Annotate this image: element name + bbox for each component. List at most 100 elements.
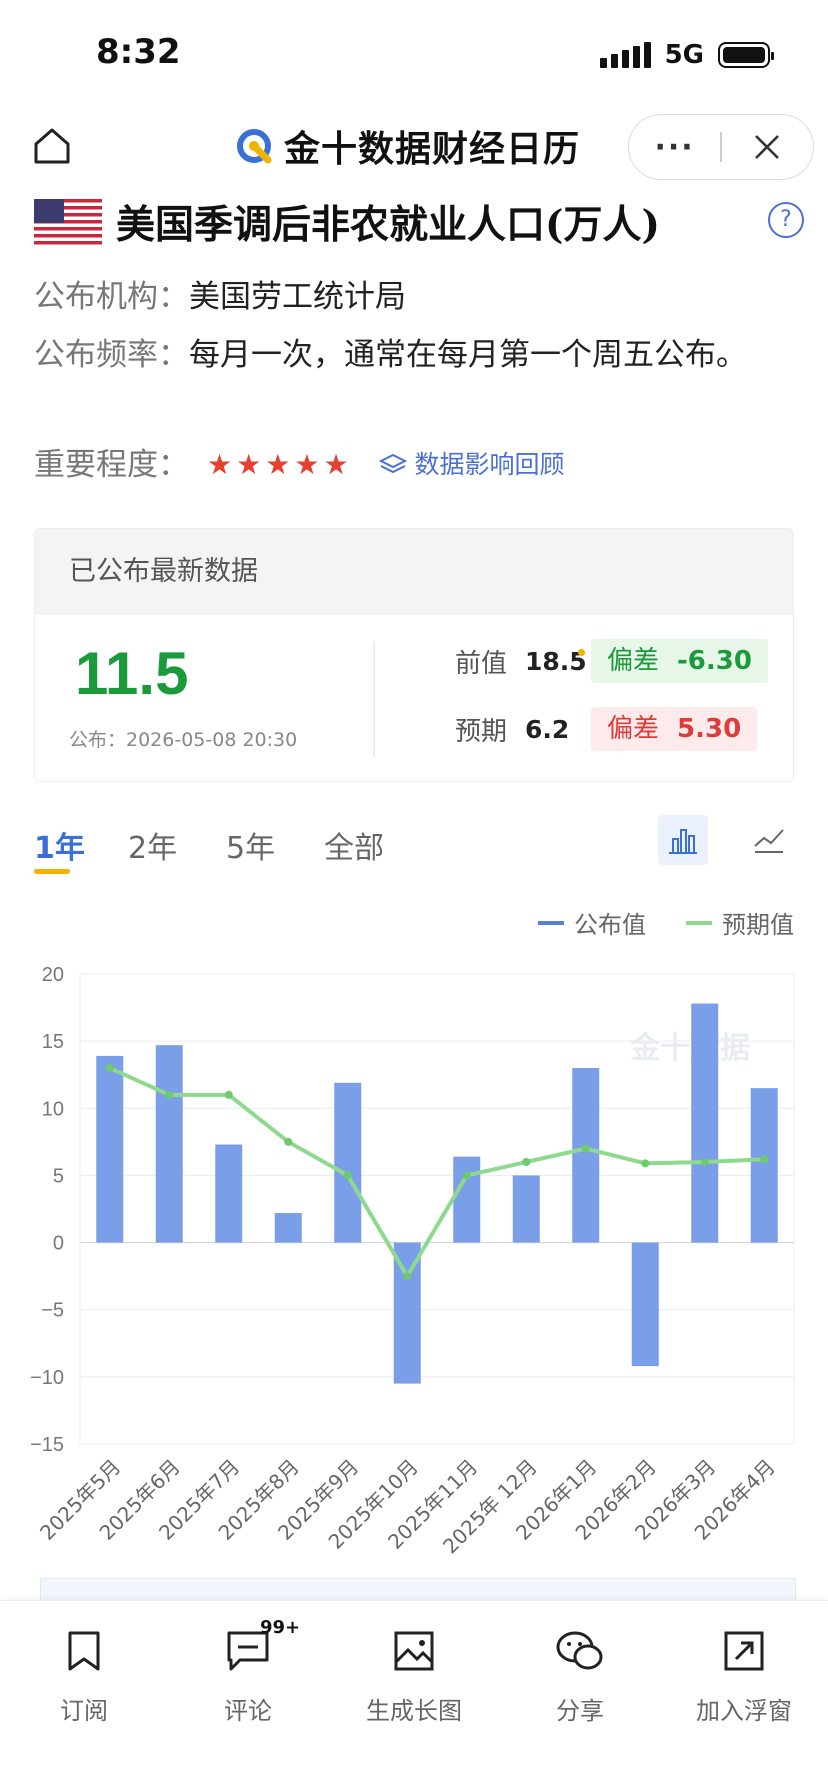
- publisher-row: 公布机构：美国劳工统计局: [34, 270, 406, 324]
- publisher-label: 公布机构：: [34, 279, 189, 315]
- comments-badge: 99+: [260, 1617, 301, 1638]
- forecast-point: [403, 1272, 412, 1281]
- close-button[interactable]: [722, 133, 813, 161]
- bar: [453, 1156, 481, 1243]
- y-tick-label: −10: [30, 1367, 64, 1389]
- comments-button[interactable]: 99+ 评论: [178, 1617, 318, 1726]
- y-tick-label: 20: [42, 964, 64, 986]
- y-tick-label: 0: [53, 1233, 64, 1255]
- deviation-previous-badge: 偏差 -6.30: [591, 639, 768, 683]
- bar: [512, 1175, 540, 1243]
- tab-5y[interactable]: 5年: [226, 823, 275, 867]
- bar: [572, 1068, 600, 1243]
- bar: [334, 1082, 362, 1243]
- legend-actual[interactable]: 公布值: [538, 905, 646, 940]
- impact-review-label: 数据影响回顾: [414, 450, 565, 479]
- deviation-forecast-badge: 偏差 5.30: [591, 707, 758, 751]
- nav-bar: 金十数据财经日历 ···: [0, 110, 828, 190]
- bar: [691, 1003, 719, 1243]
- forecast-point: [522, 1158, 531, 1166]
- previous-row: 前值 18.5 偏差 -6.30: [455, 639, 768, 683]
- star-icon: ★: [265, 448, 291, 481]
- forecast-point: [760, 1155, 769, 1164]
- range-tabs: 1年 2年 5年 全部: [34, 815, 794, 875]
- forecast-line: [108, 1066, 765, 1279]
- publisher-value: 美国劳工统计局: [189, 279, 406, 315]
- subscribe-button[interactable]: 订阅: [14, 1623, 154, 1726]
- y-tick-label: 15: [42, 1031, 64, 1053]
- more-button[interactable]: ···: [629, 130, 720, 165]
- forecast-point: [641, 1159, 650, 1168]
- y-tick-label: −15: [30, 1434, 64, 1456]
- publish-time: 公布：2026-05-08 20:30: [69, 729, 298, 751]
- tab-2y[interactable]: 2年: [128, 823, 177, 867]
- importance-label: 重要程度：: [34, 447, 189, 483]
- float-window-button[interactable]: 加入浮窗: [674, 1623, 814, 1726]
- forecast-row: 预期 6.2 偏差 5.30: [455, 707, 758, 751]
- indicator-title-row: 美国季调后非农就业人口(万人) ?: [34, 192, 804, 252]
- star-icon: ★: [207, 448, 233, 481]
- brand: 金十数据财经日历: [234, 120, 580, 172]
- status-indicators: 5G: [599, 40, 774, 70]
- float-window-icon: [724, 1631, 764, 1671]
- long-image-button[interactable]: 生成长图: [344, 1623, 484, 1726]
- revised-dot: [578, 648, 585, 656]
- brand-logo-icon: [237, 129, 272, 164]
- forecast-value: 6.2: [525, 714, 570, 744]
- forecast-point: [700, 1158, 709, 1166]
- y-tick-label: 10: [42, 1098, 64, 1120]
- brand-name: 金十数据财经日历: [284, 129, 581, 170]
- mini-program-capsule: ···: [628, 114, 814, 180]
- battery-icon: [718, 42, 774, 68]
- close-icon: [755, 135, 780, 159]
- active-tab-indicator: [34, 869, 70, 874]
- frequency-value: 每月一次，通常在每月第一个周五公布。: [189, 337, 747, 373]
- bar: [750, 1088, 778, 1243]
- bar: [96, 1055, 124, 1243]
- us-flag-icon: [34, 199, 102, 245]
- status-bar: 8:32 5G: [0, 0, 828, 110]
- actual-value: 11.5: [75, 640, 189, 707]
- bookmark-icon: [68, 1631, 100, 1671]
- page-title: 美国季调后非农就业人口(万人): [116, 202, 660, 248]
- forecast-label: 预期: [455, 716, 508, 747]
- bar: [274, 1213, 302, 1243]
- line-chart-toggle[interactable]: [744, 815, 794, 865]
- frequency-row: 公布频率：每月一次，通常在每月第一个周五公布。: [34, 328, 774, 382]
- star-icon: ★: [323, 448, 349, 481]
- legend-forecast[interactable]: 预期值: [686, 905, 794, 940]
- previous-label: 前值: [455, 648, 508, 679]
- forecast-point: [462, 1171, 471, 1180]
- line-chart-icon: [754, 829, 784, 853]
- layers-icon: [378, 453, 407, 474]
- latest-data-header: 已公布最新数据: [35, 529, 793, 615]
- forecast-point: [224, 1090, 233, 1099]
- forecast-point: [165, 1090, 174, 1099]
- signal-icon: [599, 42, 651, 68]
- y-tick-label: −5: [41, 1300, 64, 1322]
- importance-row: 重要程度： ★ ★ ★ ★ ★ 数据影响回顾: [34, 438, 565, 492]
- y-tick-label: 5: [53, 1165, 64, 1187]
- image-icon: [394, 1631, 434, 1671]
- bottom-toolbar: 订阅 99+ 评论 生成长图 分享 加入浮窗: [0, 1600, 828, 1792]
- bar: [155, 1045, 183, 1243]
- forecast-point: [581, 1144, 590, 1153]
- forecast-point: [105, 1064, 114, 1072]
- home-icon[interactable]: [30, 124, 74, 168]
- forecast-point: [343, 1171, 352, 1180]
- chart-legend: 公布值 预期值: [538, 905, 794, 940]
- frequency-label: 公布频率：: [34, 337, 189, 373]
- latest-data-card: 已公布最新数据 11.5 公布：2026-05-08 20:30 前值 18.5…: [34, 528, 794, 782]
- tab-1y[interactable]: 1年: [34, 823, 85, 867]
- nfp-chart: 20151050−5−10−15金十数据2025年5月2025年6月2025年7…: [30, 964, 795, 1558]
- importance-stars: ★ ★ ★ ★ ★: [207, 438, 349, 492]
- tab-all[interactable]: 全部: [324, 823, 384, 867]
- impact-review-link[interactable]: 数据影响回顾: [378, 438, 565, 492]
- help-icon[interactable]: ?: [768, 202, 804, 238]
- star-icon: ★: [294, 448, 320, 481]
- status-time: 8:32: [96, 32, 181, 72]
- share-button[interactable]: 分享: [510, 1623, 650, 1726]
- bar-chart-toggle[interactable]: [658, 815, 708, 865]
- wechat-icon: [556, 1631, 603, 1670]
- chart-watermark: 金十数据: [629, 1031, 750, 1066]
